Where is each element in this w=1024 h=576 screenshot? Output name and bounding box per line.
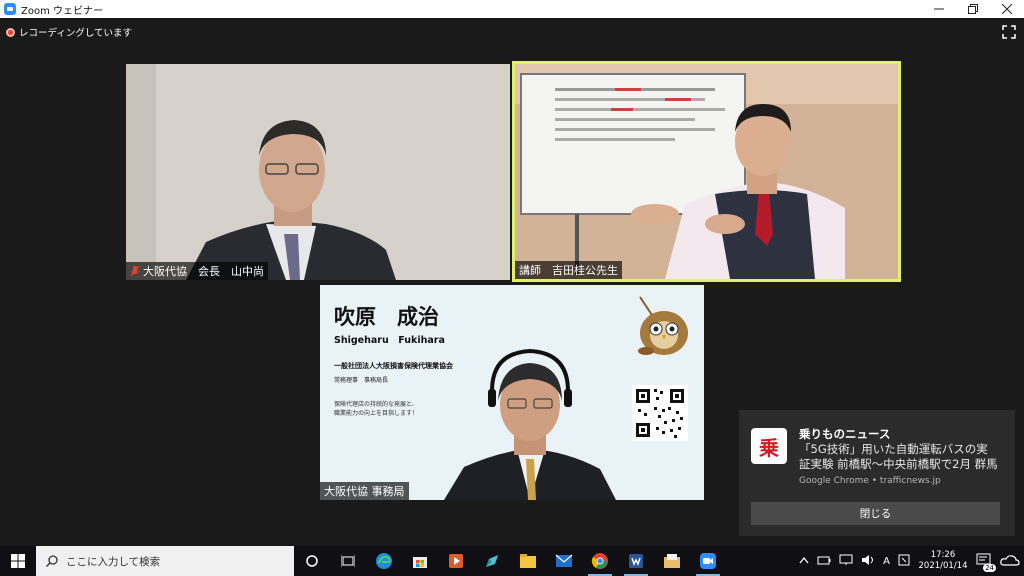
clock-time: 17:26 — [930, 550, 956, 560]
news-app-icon-glyph: 乗 — [759, 435, 779, 460]
minimize-button[interactable] — [922, 0, 956, 18]
battery-button[interactable] — [813, 555, 835, 568]
task-view-icon — [341, 555, 355, 567]
taskbar-mail[interactable] — [546, 546, 582, 576]
participant-video — [515, 64, 898, 279]
pencil-app-icon — [486, 555, 498, 567]
participant-video — [126, 64, 510, 280]
taskbar-search-box[interactable]: ここに入力して検索 — [36, 546, 294, 576]
participant-name: 講師 吉田桂公先生 — [519, 264, 618, 277]
notification-title: 乗りものニュース — [799, 427, 891, 441]
window-controls — [922, 0, 1024, 18]
notification-body: 「5G技術」用いた自動運転バスの実証実験 前橋駅～中央前橋駅で2月 群馬 — [799, 442, 998, 471]
taskbar-clock[interactable]: 17:26 2021/01/14 — [914, 550, 972, 572]
mail-icon — [555, 554, 573, 567]
card-name-en: Shigeharu Fukihara — [334, 335, 445, 346]
show-hidden-icons-button[interactable] — [795, 556, 813, 567]
taskbar-media-player[interactable] — [438, 546, 474, 576]
card-role: 常務理事 事務局長 — [334, 377, 389, 384]
network-icon — [839, 554, 853, 565]
record-icon — [6, 27, 15, 37]
notification-source: Google Chrome • trafficnews.jp — [799, 476, 941, 486]
title-bar: Zoom ウェビナー — [0, 0, 1024, 18]
minimize-icon — [934, 8, 944, 10]
taskbar-store[interactable] — [402, 546, 438, 576]
start-button[interactable] — [0, 546, 36, 576]
notification-toast[interactable]: 乗 乗りものニュース 「5G技術」用いた自動運転バスの実証実験 前橋駅～中央前橋… — [739, 410, 1015, 536]
participant-name-label: 大阪代協 会長 山中尚 — [126, 262, 268, 280]
action-center-button[interactable]: 24 — [972, 553, 996, 572]
windows-logo-icon — [11, 554, 25, 568]
ime-mode-indicator[interactable]: A — [879, 556, 894, 567]
close-window-button[interactable] — [990, 0, 1024, 18]
search-icon — [46, 555, 58, 567]
network-button[interactable] — [835, 554, 857, 569]
card-org: 一般社団法人大阪損害保険代理業協会 — [334, 362, 453, 370]
ime-pad-button[interactable] — [894, 554, 914, 569]
muted-mic-icon — [130, 265, 140, 276]
taskbar-zoom[interactable] — [690, 546, 726, 576]
video-tile-secretariat[interactable]: 吹原 成治 Shigeharu Fukihara 一般社団法人大阪損害保険代理業… — [320, 285, 704, 500]
chevron-up-icon — [799, 556, 809, 563]
folder-app-icon — [664, 554, 680, 568]
taskbar-edge[interactable] — [366, 546, 402, 576]
volume-icon — [862, 554, 874, 565]
participant-video — [444, 348, 616, 500]
video-tile-lecturer[interactable]: 講師 吉田桂公先生 — [512, 61, 901, 282]
restore-button[interactable] — [956, 0, 990, 18]
card-message-2: 職業能力の向上を目指します！ — [334, 410, 419, 417]
clock-date: 2021/01/14 — [918, 561, 968, 571]
recording-label: レコーディングしています — [19, 28, 133, 39]
taskbar-word[interactable] — [618, 546, 654, 576]
window-title: Zoom ウェビナー — [21, 5, 104, 17]
ime-pad-icon — [898, 554, 910, 565]
fullscreen-icon[interactable] — [1002, 25, 1016, 39]
word-icon — [629, 554, 643, 568]
video-tile-chairman[interactable]: 大阪代協 会長 山中尚 — [126, 64, 510, 280]
media-player-icon — [449, 554, 463, 568]
notification-count-badge: 24 — [983, 563, 996, 572]
notification-close-button[interactable]: 閉じる — [751, 502, 1000, 525]
battery-icon — [817, 556, 831, 564]
close-icon — [1002, 4, 1012, 14]
folder-icon — [520, 554, 536, 568]
taskbar-chrome[interactable] — [582, 546, 618, 576]
zoom-app-icon — [700, 553, 716, 569]
cortana-button[interactable] — [294, 546, 330, 576]
store-icon — [413, 557, 427, 568]
recording-indicator[interactable]: レコーディングしています — [6, 24, 132, 40]
news-app-icon: 乗 — [751, 428, 787, 464]
edge-browser-icon — [376, 553, 392, 569]
task-view-button[interactable] — [330, 546, 366, 576]
card-name-jp: 吹原 成治 — [334, 305, 439, 329]
taskbar-app-11[interactable] — [654, 546, 690, 576]
taskbar-app-5[interactable] — [474, 546, 510, 576]
participant-name-label: 講師 吉田桂公先生 — [515, 261, 622, 279]
cortana-icon — [306, 555, 318, 567]
taskbar: ここに入力して検索 A 17:26 2021/01/14 24 — [0, 546, 1024, 576]
system-tray: A 17:26 2021/01/14 24 — [795, 546, 1024, 576]
chrome-icon — [591, 553, 608, 569]
zoom-logo-icon — [4, 3, 16, 15]
onedrive-button[interactable] — [996, 554, 1024, 569]
search-placeholder: ここに入力して検索 — [66, 555, 161, 568]
participant-name-label: 大阪代協 事務局 — [320, 482, 409, 500]
qr-code-image — [632, 385, 688, 441]
mascot-owl-image — [638, 296, 688, 355]
volume-button[interactable] — [857, 554, 879, 569]
taskbar-file-explorer[interactable] — [510, 546, 546, 576]
participant-name: 大阪代協 会長 山中尚 — [143, 265, 264, 278]
cloud-icon — [1000, 554, 1020, 566]
card-message-1: 保険代理店の持続的な発展と、 — [334, 401, 418, 408]
restore-icon — [968, 4, 978, 14]
participant-name: 大阪代協 事務局 — [324, 485, 405, 498]
